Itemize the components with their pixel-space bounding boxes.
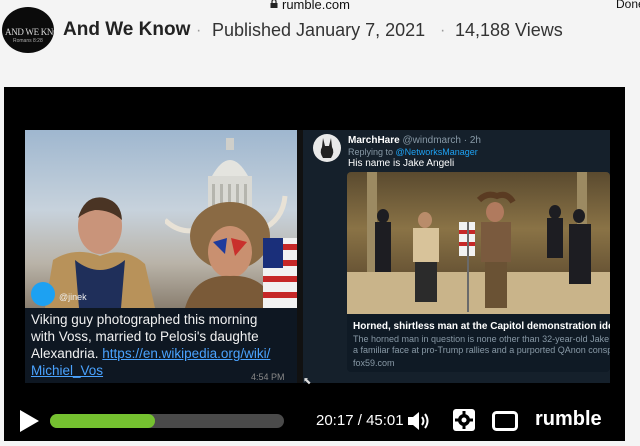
left-tweet-time: 4:54 PM bbox=[251, 372, 285, 382]
replying-prefix: Replying to bbox=[348, 147, 394, 157]
playback-time: 20:17 / 45:01 bbox=[316, 412, 404, 429]
video-frame[interactable]: @jinek Viking guy photographed this morn… bbox=[25, 130, 610, 383]
tweet-author-handle: @windmarch · 2h bbox=[402, 135, 481, 146]
mouse-cursor-icon: ⬉ bbox=[303, 376, 312, 387]
channel-logo-text: AND WE KNOW bbox=[5, 27, 54, 37]
link-preview-description: The horned man in question is none other… bbox=[353, 334, 610, 356]
caption-line: Viking guy photographed this morning bbox=[31, 312, 258, 327]
channel-logo-subtext: Romans 8:28 bbox=[13, 38, 43, 44]
channel-avatar[interactable]: AND WE KNOW Romans 8:28 bbox=[2, 7, 54, 53]
link-preview-card: Horned, shirtless man at the Capitol dem… bbox=[347, 314, 610, 372]
caption-line: Alexandria. https://en.wikipedia.org/wik… bbox=[31, 345, 293, 362]
settings-gear-icon[interactable] bbox=[452, 408, 476, 432]
published-date: Published January 7, 2021 bbox=[212, 20, 426, 40]
done-button[interactable]: Done bbox=[616, 0, 640, 11]
seek-bar[interactable] bbox=[50, 414, 284, 428]
caption-line: with Voss, married to Pelosi's daughte bbox=[31, 329, 259, 344]
player-controls: 20:17 / 45:01 rumble bbox=[4, 402, 625, 441]
tweet-text: His name is Jake Angeli bbox=[348, 158, 455, 169]
separator-dot: · bbox=[196, 22, 202, 39]
address-bar-url[interactable]: rumble.com bbox=[282, 0, 350, 12]
right-tweet-screenshot: MarchHare @windmarch · 2h Replying to @N… bbox=[303, 130, 610, 383]
caption-text: Alexandria. bbox=[31, 346, 103, 361]
tweet-avatar bbox=[313, 134, 341, 162]
video-player[interactable]: @jinek Viking guy photographed this morn… bbox=[4, 87, 625, 441]
us-flag-graphic bbox=[263, 238, 297, 308]
crowd-graphic bbox=[347, 172, 610, 314]
current-time: 20:17 bbox=[316, 412, 354, 429]
lock-icon bbox=[270, 0, 278, 8]
twitter-bird-icon bbox=[31, 282, 55, 306]
view-count: 14,188 Views bbox=[455, 20, 563, 40]
description-line: The horned man in question is none other… bbox=[353, 334, 610, 344]
description-line: a familiar face at pro-Trump rallies and… bbox=[353, 345, 610, 355]
left-tweet-handle: @jinek bbox=[59, 292, 87, 302]
separator-dot: · bbox=[440, 22, 446, 39]
capitol-interior-photo bbox=[347, 172, 610, 314]
wikipedia-link-continued: Michiel_Vos bbox=[31, 363, 104, 378]
link-preview-title: Horned, shirtless man at the Capitol dem… bbox=[353, 321, 610, 332]
rabbit-icon bbox=[320, 138, 334, 158]
play-icon[interactable] bbox=[18, 409, 40, 433]
tweet-replying-to: Replying to @NetworksManager bbox=[348, 147, 478, 157]
time-separator: / bbox=[353, 412, 367, 429]
left-tweet-caption: Viking guy photographed this morning wit… bbox=[31, 311, 293, 379]
browser-top-bar: rumble.com Done bbox=[0, 0, 640, 12]
total-time: 45:01 bbox=[366, 412, 404, 429]
link-preview-source: fox59.com bbox=[353, 358, 395, 368]
theater-mode-icon[interactable] bbox=[492, 411, 518, 431]
channel-name[interactable]: And We Know bbox=[63, 19, 190, 41]
rumble-logo[interactable]: rumble bbox=[535, 408, 602, 431]
person-left-graphic bbox=[45, 197, 155, 308]
wikipedia-link: https://en.wikipedia.org/wiki/ bbox=[102, 346, 271, 361]
tweet-author-name: MarchHare bbox=[348, 135, 400, 146]
left-tweet-screenshot: @jinek Viking guy photographed this morn… bbox=[25, 130, 297, 383]
volume-icon[interactable] bbox=[406, 410, 432, 432]
tweet-author: MarchHare @windmarch · 2h bbox=[348, 135, 481, 146]
replying-handle: @NetworksManager bbox=[395, 147, 478, 157]
seek-bar-progress bbox=[50, 414, 155, 428]
capitol-selfie-photo bbox=[25, 130, 297, 308]
